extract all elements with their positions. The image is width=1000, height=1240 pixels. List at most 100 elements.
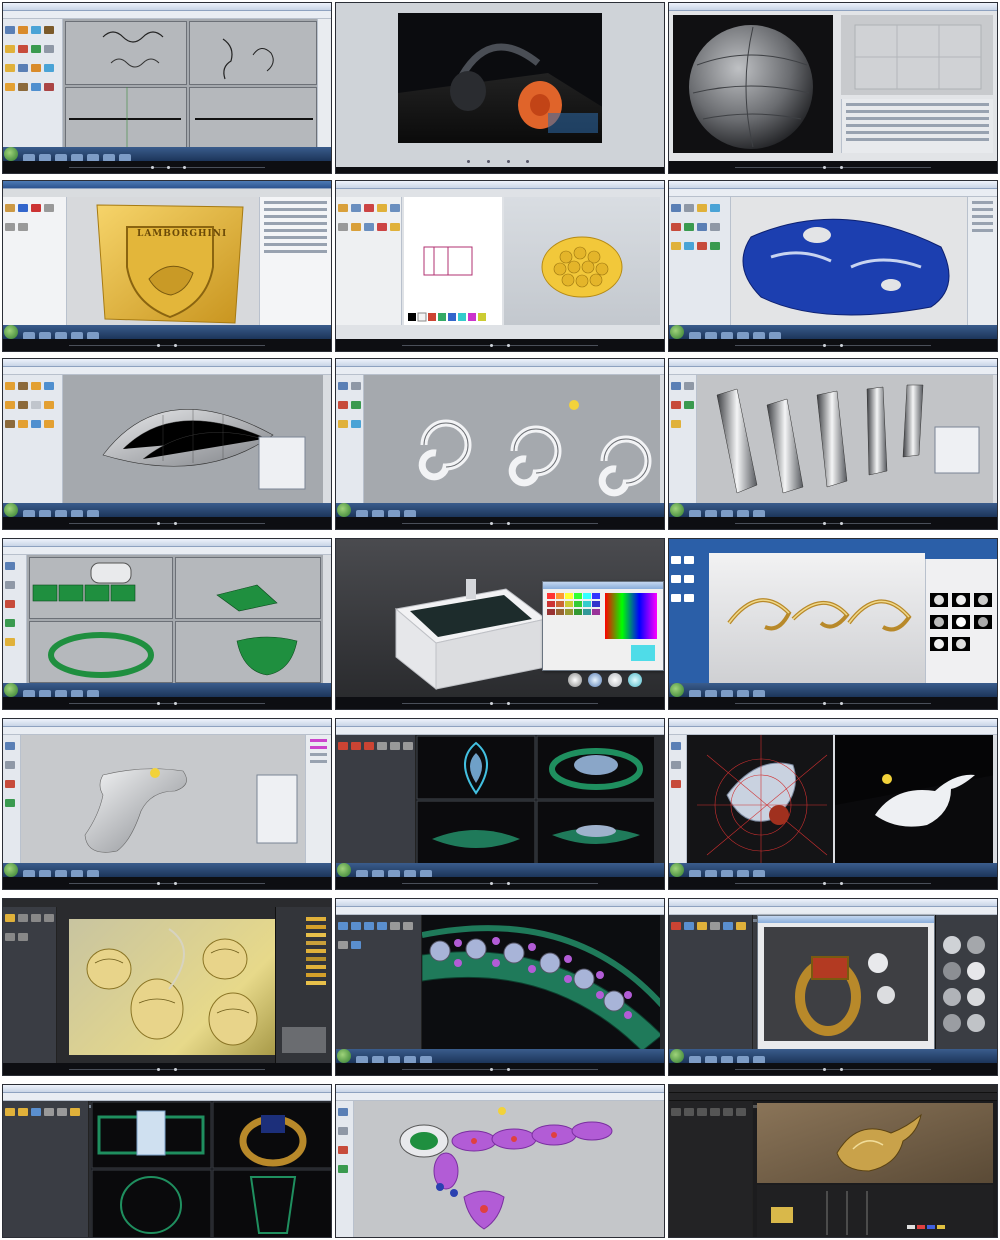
render-window[interactable] <box>709 553 925 683</box>
tile-rhino-ribbons[interactable] <box>668 358 998 530</box>
right-panel[interactable] <box>967 197 997 325</box>
ribbon-viewport[interactable] <box>697 375 993 503</box>
tile-rhino-green-ring[interactable] <box>2 538 332 710</box>
toolbar-left[interactable] <box>669 735 687 863</box>
taskbar[interactable] <box>336 1049 664 1064</box>
toolbar-left[interactable] <box>336 1101 354 1237</box>
ring-viewport[interactable] <box>731 197 967 325</box>
palette-swatches[interactable] <box>276 907 330 1057</box>
level-sliders[interactable] <box>757 1185 993 1237</box>
four-viewports[interactable] <box>91 1101 331 1237</box>
material-library[interactable] <box>925 559 997 683</box>
menu-bar[interactable] <box>336 1093 664 1108</box>
wireframe-viewport[interactable] <box>687 735 833 863</box>
tile-artcam-disc[interactable] <box>335 180 665 352</box>
render-viewport[interactable] <box>69 919 275 1055</box>
right-panel[interactable] <box>317 19 331 147</box>
tool-palette[interactable] <box>336 197 402 325</box>
scene-tree[interactable] <box>3 907 57 1063</box>
video-player-bar[interactable] <box>669 517 997 529</box>
timeline-panel[interactable] <box>757 1185 993 1237</box>
properties-panel[interactable] <box>669 1101 753 1237</box>
tile-gold-figure-render[interactable] <box>668 1084 998 1238</box>
taskbar[interactable] <box>669 503 997 518</box>
video-player-bar[interactable] <box>3 161 331 173</box>
tile-headphones-render[interactable] <box>335 2 665 174</box>
3d-view[interactable] <box>504 197 660 325</box>
menu-bar[interactable] <box>336 367 664 382</box>
texture-preview[interactable] <box>841 15 993 95</box>
color-picker-dialog[interactable] <box>542 581 664 671</box>
menu-bar[interactable] <box>336 907 664 922</box>
grip-viewport[interactable] <box>21 735 305 863</box>
menu-bar[interactable] <box>3 547 331 562</box>
material-swatch-1[interactable] <box>568 673 582 687</box>
menu-bar[interactable] <box>669 189 997 204</box>
taskbar[interactable] <box>669 863 997 878</box>
tile-gold-ring-render[interactable] <box>668 898 998 1076</box>
gem-viewport[interactable] <box>422 915 660 1049</box>
tile-keyshot-rings[interactable] <box>2 898 332 1076</box>
taskbar[interactable] <box>669 683 997 698</box>
2d-view[interactable] <box>404 197 502 325</box>
relief-viewport[interactable]: LAMBORGHINI <box>67 197 259 325</box>
material-spheres[interactable] <box>936 915 996 1055</box>
video-player-bar[interactable] <box>3 1063 331 1075</box>
toolbar-left[interactable] <box>669 375 697 503</box>
tool-panel[interactable] <box>3 1101 89 1237</box>
render-viewport[interactable] <box>398 13 602 143</box>
video-player-bar[interactable] <box>669 339 997 351</box>
matrix-tool-panel[interactable] <box>336 915 422 1049</box>
render-dialog[interactable] <box>757 915 935 1055</box>
menu-bar[interactable] <box>669 367 997 382</box>
taskbar[interactable] <box>669 325 997 340</box>
tile-gold-scrollwork[interactable] <box>668 538 998 710</box>
settings-panel[interactable] <box>841 99 993 153</box>
render-viewport[interactable] <box>835 735 993 863</box>
tools-panel[interactable] <box>259 197 331 325</box>
color-palette[interactable] <box>275 907 331 1063</box>
taskbar[interactable] <box>3 503 331 518</box>
tile-matrix-gem-band[interactable] <box>335 898 665 1076</box>
matrix-tool-panel[interactable] <box>336 735 416 863</box>
render-viewport[interactable] <box>757 1103 993 1183</box>
menu-bar[interactable] <box>3 727 331 742</box>
viewport-sculpt[interactable] <box>673 15 833 153</box>
toolbar-left[interactable] <box>3 555 27 683</box>
material-browser[interactable] <box>935 915 997 1049</box>
video-player-bar[interactable] <box>336 1063 664 1075</box>
taskbar[interactable] <box>3 863 331 878</box>
menu-bar[interactable] <box>3 1093 331 1108</box>
material-swatch-2[interactable] <box>588 673 602 687</box>
menu-bar[interactable] <box>336 727 664 742</box>
project-panel[interactable] <box>3 197 67 325</box>
toolbar-left[interactable] <box>669 197 731 325</box>
tile-bull-head[interactable] <box>668 718 998 890</box>
tile-zbrush-sphere[interactable] <box>668 2 998 174</box>
toolbar-left[interactable] <box>336 375 364 503</box>
spiral-viewport[interactable] <box>364 375 660 503</box>
color-grid[interactable] <box>543 589 663 669</box>
desktop-icons[interactable] <box>669 549 699 683</box>
tile-matrix-pendant-chain[interactable] <box>335 1084 665 1238</box>
tile-rhino-shell[interactable] <box>2 358 332 530</box>
video-player-bar[interactable] <box>336 697 664 709</box>
tile-matrix-ring-views[interactable] <box>2 1084 332 1238</box>
video-player-bar[interactable] <box>3 339 331 351</box>
tile-rhino-grip[interactable] <box>2 718 332 890</box>
video-timeline[interactable] <box>336 167 664 173</box>
menu-bar[interactable] <box>3 367 331 382</box>
four-viewports[interactable] <box>27 555 323 683</box>
video-player-bar[interactable] <box>3 697 331 709</box>
tile-matrix-pendant[interactable] <box>335 718 665 890</box>
video-player-bar[interactable] <box>336 877 664 889</box>
taskbar[interactable] <box>3 683 331 698</box>
toolbar-left[interactable] <box>3 735 21 863</box>
video-player-bar[interactable] <box>669 697 997 709</box>
video-player-bar[interactable] <box>336 339 664 351</box>
tile-rhino-blue-ring[interactable] <box>668 180 998 352</box>
material-toolbar[interactable] <box>3 375 63 503</box>
menu-bar[interactable] <box>3 11 331 26</box>
video-player-bar[interactable] <box>669 161 997 173</box>
tile-bathtub-render[interactable] <box>335 538 665 710</box>
